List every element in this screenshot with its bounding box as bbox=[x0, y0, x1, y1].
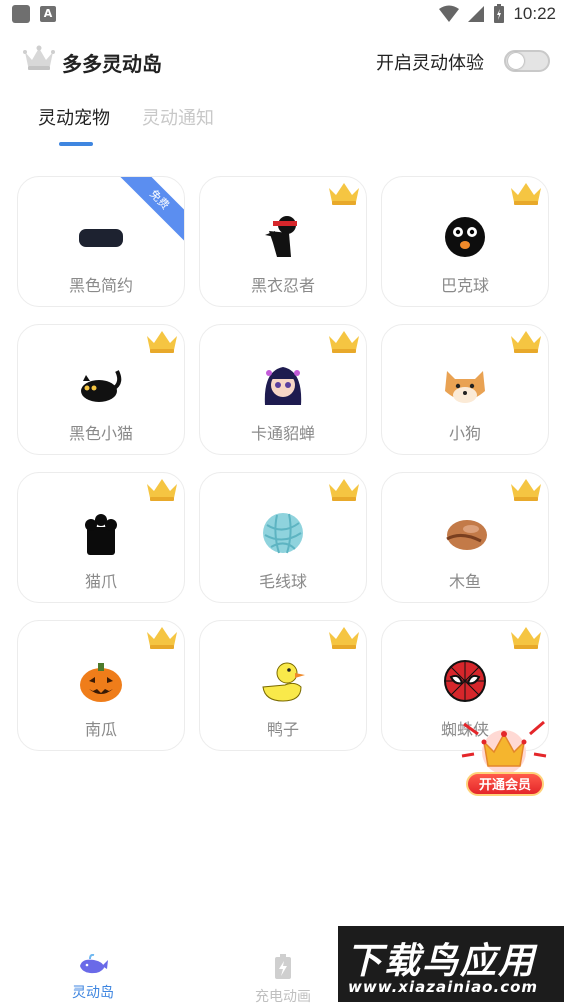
toggle-knob bbox=[508, 53, 524, 69]
watermark: 下载鸟应用 www.xiazainiao.com bbox=[338, 926, 564, 1002]
pet-label: 木鱼 bbox=[448, 572, 481, 591]
wooden-fish-icon bbox=[446, 520, 487, 550]
pet-label: 小狗 bbox=[448, 424, 481, 443]
pet-label: 南瓜 bbox=[84, 720, 117, 739]
app-a-icon: A bbox=[40, 6, 56, 22]
pet-card-cat-paw[interactable]: 猫爪 bbox=[17, 472, 185, 603]
pet-label: 鸭子 bbox=[266, 720, 299, 739]
pet-label: 黑色简约 bbox=[68, 276, 133, 295]
tab-bar: 灵动宠物 灵动通知 bbox=[0, 100, 566, 150]
tab-indicator bbox=[59, 142, 93, 146]
vip-crown-icon bbox=[461, 720, 547, 774]
toggle-label: 开启灵动体验 bbox=[376, 53, 484, 74]
shiba-dog-icon bbox=[445, 371, 485, 403]
pet-label: 黑色小猫 bbox=[68, 424, 133, 443]
pet-label: 猫爪 bbox=[84, 572, 117, 591]
app-title: 多多灵动岛 bbox=[62, 52, 162, 76]
battery-charge-icon bbox=[275, 954, 291, 979]
pet-card-buckyball[interactable]: 巴克球 bbox=[381, 176, 549, 307]
header: 多多灵动岛 开启灵动体验 bbox=[0, 40, 566, 82]
black-ball-icon bbox=[445, 217, 485, 257]
pet-card-duck[interactable]: 鸭子 bbox=[199, 620, 367, 751]
ninja-icon bbox=[265, 216, 297, 257]
pet-label: 巴克球 bbox=[440, 276, 489, 295]
spiderman-icon bbox=[444, 660, 486, 702]
clock: 10:22 bbox=[513, 4, 556, 23]
pet-card-pumpkin[interactable]: 南瓜 bbox=[17, 620, 185, 751]
watermark-title: 下载鸟应用 bbox=[346, 941, 537, 982]
crown-icon bbox=[511, 183, 541, 205]
wifi-icon bbox=[439, 5, 460, 22]
open-vip-button[interactable]: 开通会员 bbox=[466, 772, 544, 796]
black-cat-icon bbox=[81, 370, 122, 402]
crown-icon bbox=[147, 331, 177, 353]
crown-icon bbox=[511, 479, 541, 501]
pet-label: 卡通貂蝉 bbox=[250, 424, 315, 443]
watermark-url: www.xiazainiao.com bbox=[348, 978, 539, 996]
pet-card-black-cat[interactable]: 黑色小猫 bbox=[17, 324, 185, 455]
cartoon-girl-icon bbox=[264, 367, 302, 405]
crown-icon bbox=[329, 479, 359, 501]
crown-icon bbox=[511, 627, 541, 649]
notification-icon bbox=[12, 5, 30, 23]
black-pill-icon bbox=[79, 229, 123, 247]
crown-icon bbox=[329, 627, 359, 649]
tab-pets[interactable]: 灵动宠物 bbox=[38, 104, 110, 130]
whale-icon bbox=[80, 953, 108, 974]
pet-card-wooden-fish[interactable]: 木鱼 bbox=[381, 472, 549, 603]
crown-icon bbox=[147, 627, 177, 649]
pumpkin-icon bbox=[80, 663, 122, 702]
nav-charging-animation[interactable]: 充电动画 bbox=[243, 954, 323, 1006]
crown-icon bbox=[329, 331, 359, 353]
pet-label: 毛线球 bbox=[258, 572, 307, 591]
pet-label: 黑衣忍者 bbox=[250, 276, 315, 295]
pet-card-dog[interactable]: 小狗 bbox=[381, 324, 549, 455]
lingdong-toggle[interactable] bbox=[504, 50, 550, 72]
pet-card-black-simple[interactable]: 免费 黑色简约 bbox=[17, 176, 185, 307]
signal-icon bbox=[468, 6, 485, 22]
cat-paw-icon bbox=[85, 514, 117, 555]
pet-card-yarn-ball[interactable]: 毛线球 bbox=[199, 472, 367, 603]
crown-icon bbox=[329, 183, 359, 205]
yarn-ball-icon bbox=[263, 513, 303, 554]
vip-float-widget[interactable]: 开通会员 bbox=[458, 716, 550, 802]
nav-label: 充电动画 bbox=[255, 989, 311, 1005]
crown-logo-icon bbox=[23, 45, 55, 70]
duck-icon bbox=[262, 662, 305, 702]
pet-card-ninja[interactable]: 黑衣忍者 bbox=[199, 176, 367, 307]
crown-icon bbox=[147, 479, 177, 501]
pet-card-diaochan[interactable]: 卡通貂蝉 bbox=[199, 324, 367, 455]
nav-label: 灵动岛 bbox=[72, 985, 114, 1001]
crown-icon bbox=[511, 331, 541, 353]
battery-icon bbox=[494, 4, 505, 23]
nav-lingdong-island[interactable]: 灵动岛 bbox=[53, 953, 133, 1002]
status-bar: A 10:22 bbox=[0, 0, 566, 30]
tab-notifications[interactable]: 灵动通知 bbox=[142, 104, 214, 130]
